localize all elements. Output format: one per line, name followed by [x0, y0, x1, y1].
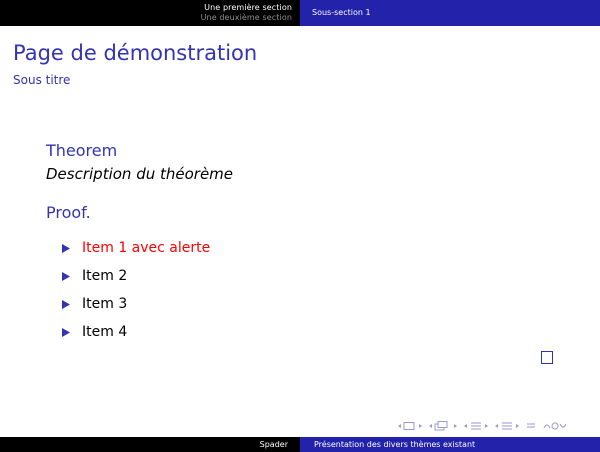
list-item: Item 4 — [62, 318, 210, 346]
nav-search-icon[interactable] — [543, 421, 567, 431]
bullet-triangle-icon — [62, 243, 82, 253]
list-item: Item 1 avec alerte — [62, 234, 210, 262]
item-label: Item 2 — [82, 268, 128, 284]
navigation-symbols — [398, 420, 567, 432]
section-link-2[interactable]: Une deuxième section — [201, 13, 292, 23]
item-list: Item 1 avec alerte Item 2 Item 3 Item 4 — [62, 234, 210, 346]
footer-author-box: Spader — [0, 437, 300, 452]
subsection-link-1[interactable]: Sous-section 1 — [312, 8, 371, 18]
frame-title: Page de démonstration — [13, 41, 258, 65]
item-label: Item 4 — [82, 324, 128, 340]
nav-section-icon[interactable] — [464, 421, 488, 431]
subsection-nav: Sous-section 1 — [300, 0, 600, 26]
footer-title-box: Présentation des divers thèmes existant — [300, 437, 600, 452]
section-link-1[interactable]: Une première section — [204, 3, 292, 13]
nav-subsection-icon[interactable] — [429, 421, 457, 431]
footer-title: Présentation des divers thèmes existant — [314, 439, 476, 449]
bullet-triangle-icon — [62, 327, 82, 337]
nav-align-icon[interactable] — [526, 421, 536, 431]
theorem-body: Description du théorème — [46, 165, 234, 183]
nav-document-icon[interactable] — [495, 421, 519, 431]
footer-author: Spader — [259, 439, 288, 449]
headline-bar: Une première section Une deuxième sectio… — [0, 0, 600, 26]
proof-title: Proof. — [46, 203, 91, 222]
footline-bar: Spader Présentation des divers thèmes ex… — [0, 437, 600, 452]
section-nav: Une première section Une deuxième sectio… — [0, 0, 300, 26]
list-item: Item 2 — [62, 262, 210, 290]
item-label: Item 3 — [82, 296, 128, 312]
qed-square-icon — [541, 351, 553, 364]
bullet-triangle-icon — [62, 299, 82, 309]
item-label: Item 1 avec alerte — [82, 240, 211, 256]
frame-subtitle: Sous titre — [13, 73, 71, 87]
bullet-triangle-icon — [62, 271, 82, 281]
theorem-title: Theorem — [46, 141, 118, 160]
list-item: Item 3 — [62, 290, 210, 318]
nav-frame-icon[interactable] — [398, 421, 422, 431]
